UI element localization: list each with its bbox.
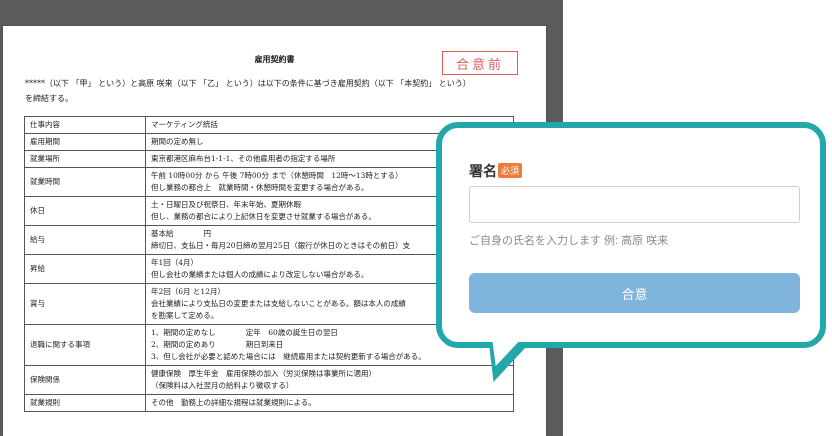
row-label: 休日 xyxy=(24,196,146,226)
row-label: 雇用期間 xyxy=(24,133,146,151)
row-label: 就業時間 xyxy=(24,167,146,197)
row-value-line: 健康保険 厚生年金 雇用保険の加入（労災保険は事業所に適用） xyxy=(151,369,376,378)
intro-line: *****（以下 「甲」 という）と高原 咲来（以下 「乙」 という）は以下の条… xyxy=(25,79,471,88)
intro-paragraph: *****（以下 「甲」 という）と高原 咲来（以下 「乙」 という）は以下の条… xyxy=(25,76,525,106)
required-badge: 必須 xyxy=(498,163,523,178)
row-value: 健康保険 厚生年金 雇用保険の加入（労災保険は事業所に適用） （保険料は入社翌月の… xyxy=(145,365,514,395)
row-label: 仕事内容 xyxy=(24,116,146,134)
row-label: 退職に関する事項 xyxy=(24,324,146,366)
row-label: 就業場所 xyxy=(24,150,146,168)
table-row: 就業規則 その他 勤務上の詳細な規程は就業規則による。 xyxy=(24,394,514,412)
signature-label: 署名 xyxy=(469,163,497,179)
signature-hint: ご自身の氏名を入力します 例: 高原 咲来 xyxy=(469,235,669,247)
intro-line: を締結する。 xyxy=(25,94,73,103)
row-label: 賞与 xyxy=(24,283,146,325)
row-label: 給与 xyxy=(24,225,146,255)
row-value-line: その他 勤務上の詳細な規程は就業規則による。 xyxy=(151,398,316,407)
row-value-line: （保険料は入社翌月の給料より徴収する） xyxy=(151,381,294,390)
row-value: その他 勤務上の詳細な規程は就業規則による。 xyxy=(145,394,514,412)
row-label: 保険関係 xyxy=(24,365,146,395)
agree-button[interactable]: 合意 xyxy=(469,273,800,313)
status-stamp: 合意前 xyxy=(442,51,518,75)
row-value-line: 3、但し会社が必要と認めた場合には 継続雇用または契約更新する場合がある。 xyxy=(151,352,426,361)
row-label: 昇給 xyxy=(24,254,146,284)
row-label: 就業規則 xyxy=(24,394,146,412)
signature-input[interactable] xyxy=(469,186,800,223)
table-row: 保険関係 健康保険 厚生年金 雇用保険の加入（労災保険は事業所に適用） （保険料は入… xyxy=(24,365,514,395)
